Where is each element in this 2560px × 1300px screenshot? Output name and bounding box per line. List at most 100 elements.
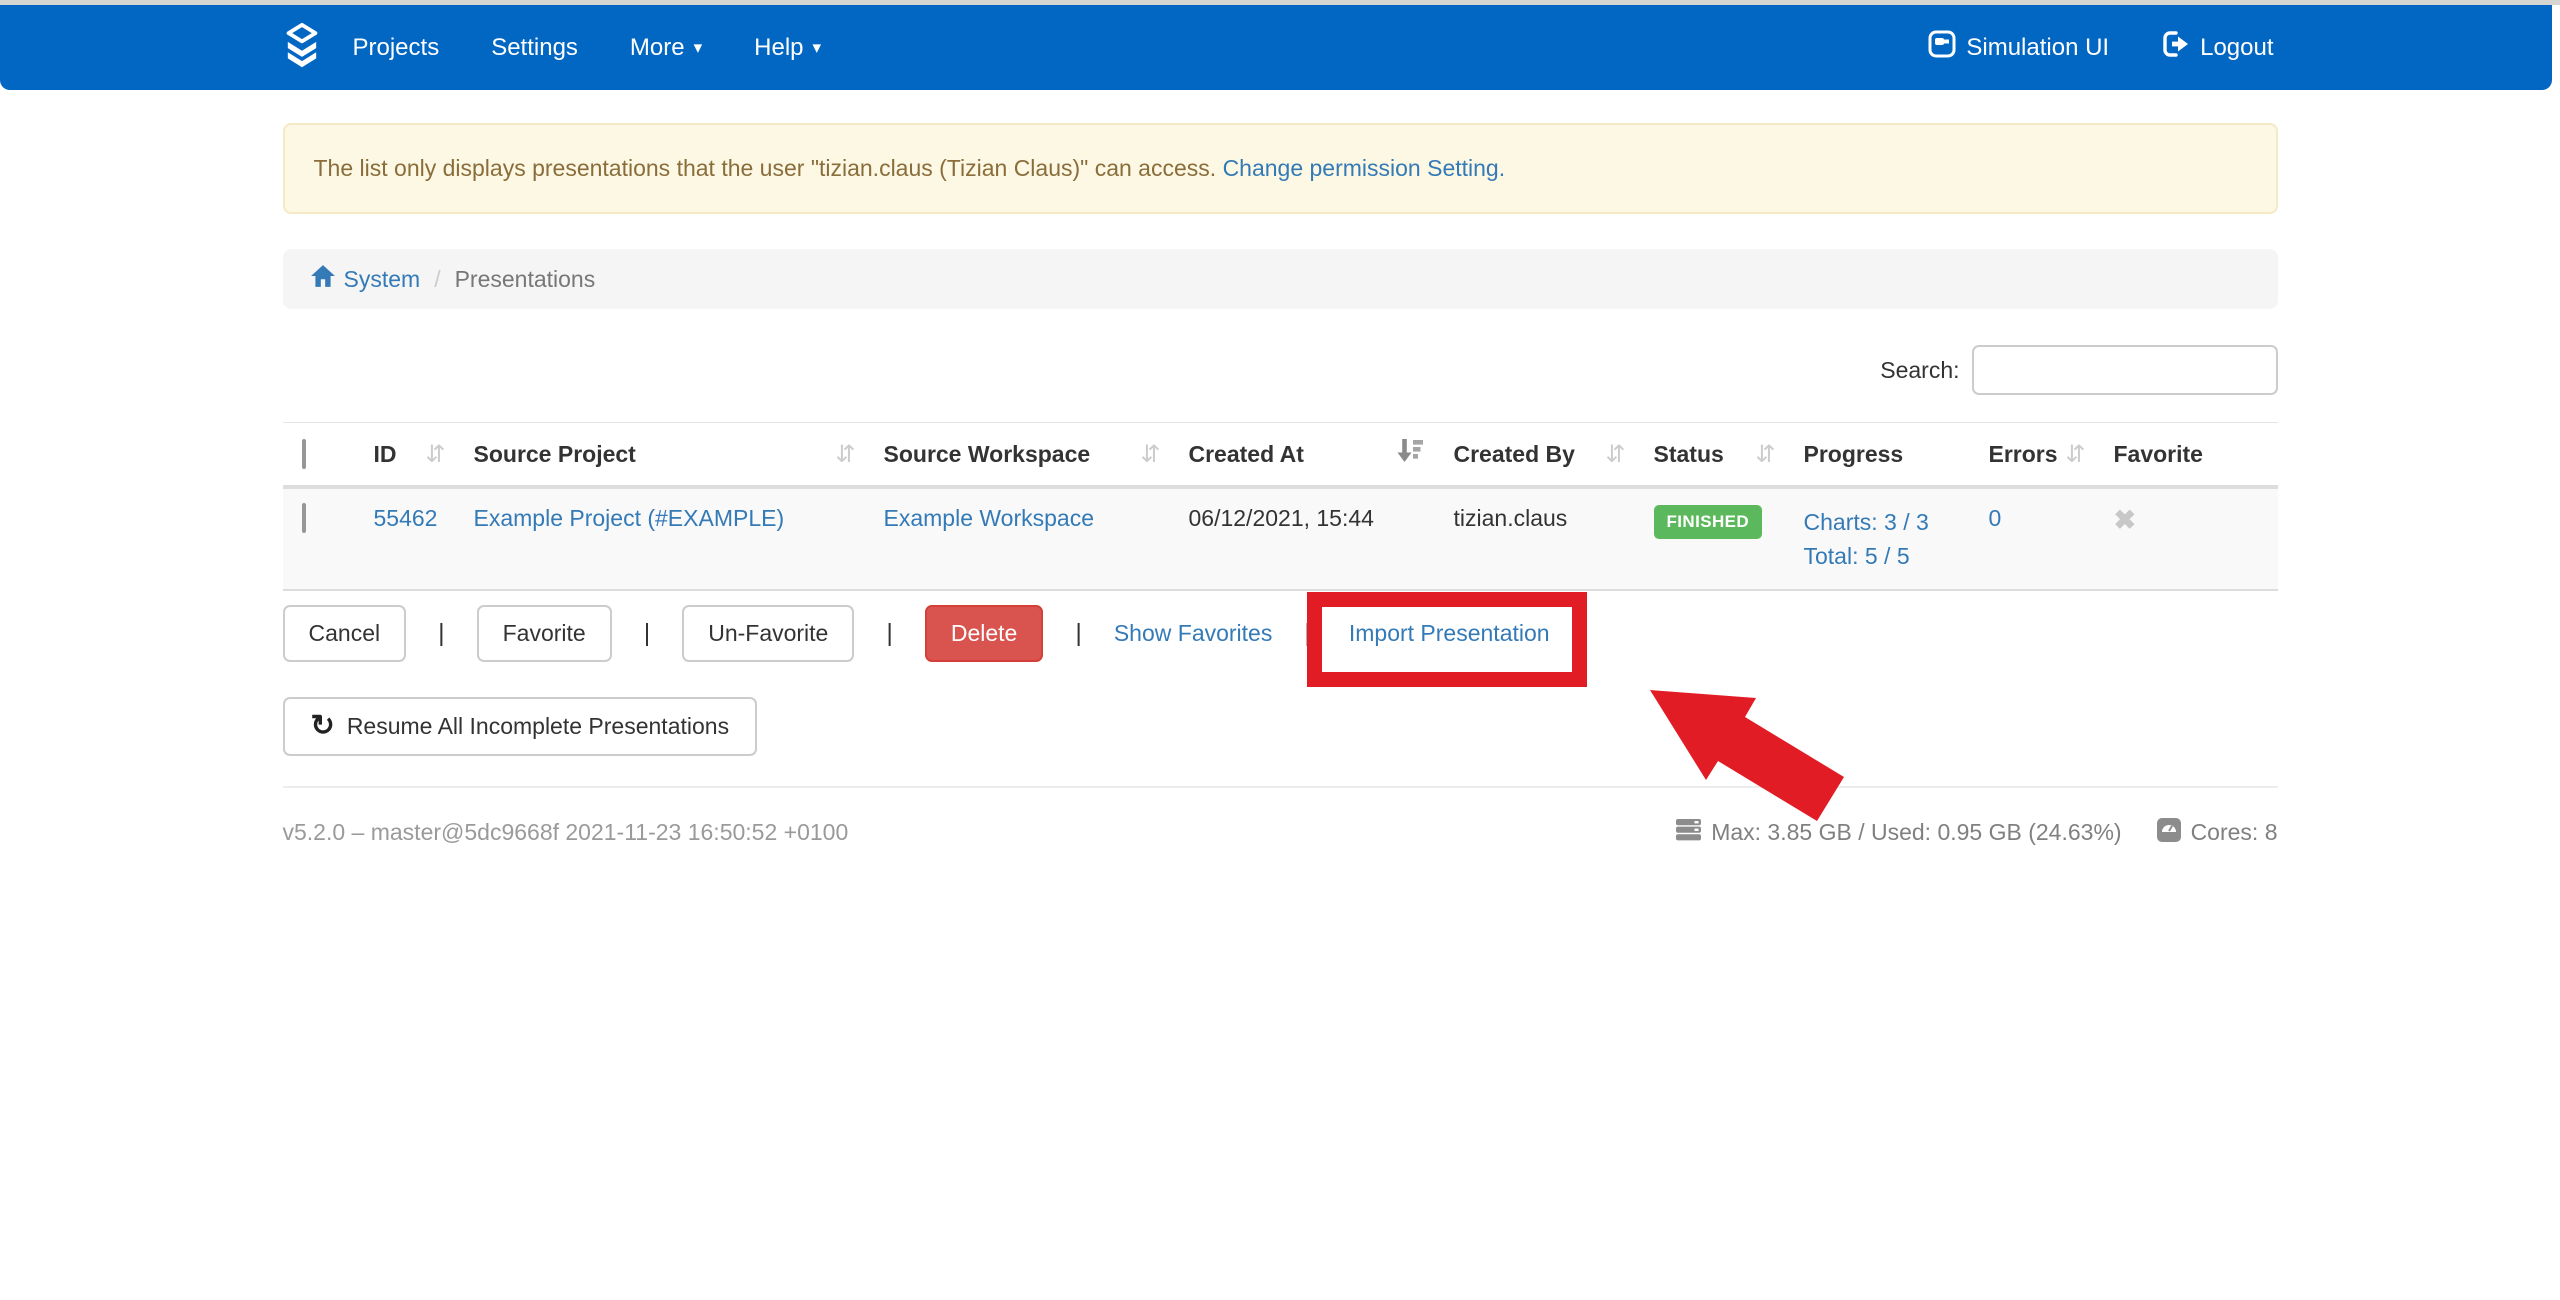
breadcrumb-label: System (344, 266, 421, 293)
header-source-project[interactable]: Source Project ⇵ (460, 423, 870, 488)
sort-icon: ⇵ (1140, 440, 1160, 469)
breadcrumb: System / Presentations (283, 249, 2278, 309)
sort-icon: ⇵ (425, 440, 445, 469)
errors-link[interactable]: 0 (1989, 505, 2002, 531)
sort-icon: ⇵ (1755, 440, 1775, 469)
nav-item-label: Logout (2200, 34, 2273, 62)
nav-item-label: Simulation UI (1966, 34, 2109, 62)
window-icon (1927, 29, 1957, 66)
row-source-project-cell: Example Project (#EXAMPLE) (460, 487, 870, 590)
layers-icon (279, 22, 325, 73)
gauge-icon (2156, 817, 2182, 849)
nav-item-settings[interactable]: Settings (491, 34, 578, 62)
cores-status: Cores: 8 (2156, 817, 2278, 849)
sort-icon: ⇵ (2065, 440, 2085, 469)
nav-item-logout[interactable]: Logout (2161, 29, 2273, 66)
separator: | (1304, 619, 1311, 648)
row-checkbox[interactable] (302, 503, 306, 533)
search-row: Search: (283, 345, 2278, 395)
header-errors[interactable]: Errors ⇵ (1975, 423, 2100, 488)
row-created-by-cell: tizian.claus (1440, 487, 1640, 590)
separator: | (644, 619, 651, 648)
column-label: Favorite (2114, 441, 2203, 468)
column-label: Created At (1189, 441, 1304, 468)
chevron-down-icon: ▾ (813, 38, 822, 58)
row-status-cell: FINISHED (1640, 487, 1790, 590)
nav-item-label: Projects (353, 34, 440, 62)
row-select-cell (283, 487, 360, 590)
row-errors-cell: 0 (1975, 487, 2100, 590)
delete-button[interactable]: Delete (925, 605, 1043, 662)
alert-text: The list only displays presentations tha… (314, 155, 1217, 181)
cancel-button[interactable]: Cancel (283, 605, 407, 662)
memory-status: Max: 3.85 GB / Used: 0.95 GB (24.63%) (1675, 816, 2121, 849)
header-source-workspace[interactable]: Source Workspace ⇵ (870, 423, 1175, 488)
header-created-by[interactable]: Created By ⇵ (1440, 423, 1640, 488)
row-favorite-cell: ✖ (2100, 487, 2278, 590)
brand-logo[interactable] (279, 22, 325, 73)
search-input[interactable] (1972, 345, 2278, 395)
resume-all-label: Resume All Incomplete Presentations (347, 713, 729, 740)
nav-links: Projects Settings More▾ Help ▾ (353, 34, 822, 62)
select-all-checkbox[interactable] (302, 439, 306, 469)
nav-item-label: Settings (491, 34, 578, 62)
resume-row: ↻ Resume All Incomplete Presentations (283, 697, 2278, 756)
change-permission-link[interactable]: Change permission Setting. (1223, 155, 1506, 181)
nav-item-projects[interactable]: Projects (353, 34, 440, 62)
navbar: Projects Settings More▾ Help ▾ Simulation… (0, 5, 2552, 90)
breadcrumb-system-link[interactable]: System (310, 264, 421, 294)
header-select-all (283, 423, 360, 488)
column-label: ID (374, 441, 397, 468)
column-label: Status (1654, 441, 1724, 468)
source-project-link[interactable]: Example Project (#EXAMPLE) (474, 505, 785, 531)
unfavorite-button[interactable]: Un-Favorite (682, 605, 854, 662)
search-label: Search: (1880, 357, 1959, 384)
version-text: v5.2.0 – master@5dc9668f 2021-11-23 16:5… (283, 819, 849, 846)
column-label: Source Project (474, 441, 636, 468)
column-label: Errors (1989, 441, 2058, 468)
header-progress: Progress (1790, 423, 1975, 488)
header-status[interactable]: Status ⇵ (1640, 423, 1790, 488)
nav-item-label: Help (754, 34, 803, 62)
separator: | (438, 619, 445, 648)
progress-total-link[interactable]: Total: 5 / 5 (1804, 543, 1910, 569)
import-presentation-link[interactable]: Import Presentation (1349, 620, 1550, 646)
nav-item-help[interactable]: Help ▾ (754, 34, 821, 62)
sort-icon: ⇵ (1605, 440, 1625, 469)
row-source-workspace-cell: Example Workspace (870, 487, 1175, 590)
resume-all-button[interactable]: ↻ Resume All Incomplete Presentations (283, 697, 758, 756)
nav-item-more[interactable]: More▾ (630, 34, 702, 62)
actions-toolbar: Cancel | Favorite | Un-Favorite | Delete… (283, 605, 2278, 662)
memory-text: Max: 3.85 GB / Used: 0.95 GB (24.63%) (1711, 819, 2121, 846)
unfavorite-x-icon[interactable]: ✖ (2114, 505, 2137, 535)
row-id-cell: 55462 (360, 487, 460, 590)
nav-item-simulation-ui[interactable]: Simulation UI (1927, 29, 2109, 66)
header-created-at[interactable]: Created At (1175, 423, 1440, 488)
status-badge: FINISHED (1654, 505, 1763, 539)
logout-icon (2161, 29, 2191, 66)
separator: | (886, 619, 893, 648)
source-workspace-link[interactable]: Example Workspace (884, 505, 1095, 531)
show-favorites-link[interactable]: Show Favorites (1114, 620, 1273, 647)
presentation-id-link[interactable]: 55462 (374, 505, 438, 531)
sort-icon: ⇵ (835, 440, 855, 469)
row-progress-cell: Charts: 3 / 3 Total: 5 / 5 (1790, 487, 1975, 590)
favorite-button[interactable]: Favorite (477, 605, 612, 662)
memory-icon (1675, 816, 1702, 849)
home-icon (310, 264, 336, 294)
refresh-icon: ↻ (311, 712, 335, 741)
presentations-table: ID ⇵ Source Project ⇵ Source Workspace ⇵… (283, 422, 2278, 591)
cores-text: Cores: 8 (2191, 819, 2278, 846)
header-id[interactable]: ID ⇵ (360, 423, 460, 488)
row-created-at-cell: 06/12/2021, 15:44 (1175, 487, 1440, 590)
sort-desc-active-icon (1396, 436, 1426, 472)
table-row: 55462 Example Project (#EXAMPLE) Example… (283, 487, 2278, 590)
progress-charts-link[interactable]: Charts: 3 / 3 (1804, 509, 1929, 535)
breadcrumb-separator: / (434, 266, 440, 293)
footer-divider (283, 786, 2278, 788)
column-label: Created By (1454, 441, 1575, 468)
chevron-down-icon: ▾ (694, 38, 703, 58)
column-label: Progress (1804, 441, 1904, 468)
breadcrumb-current: Presentations (455, 266, 596, 293)
header-favorite: Favorite (2100, 423, 2278, 488)
